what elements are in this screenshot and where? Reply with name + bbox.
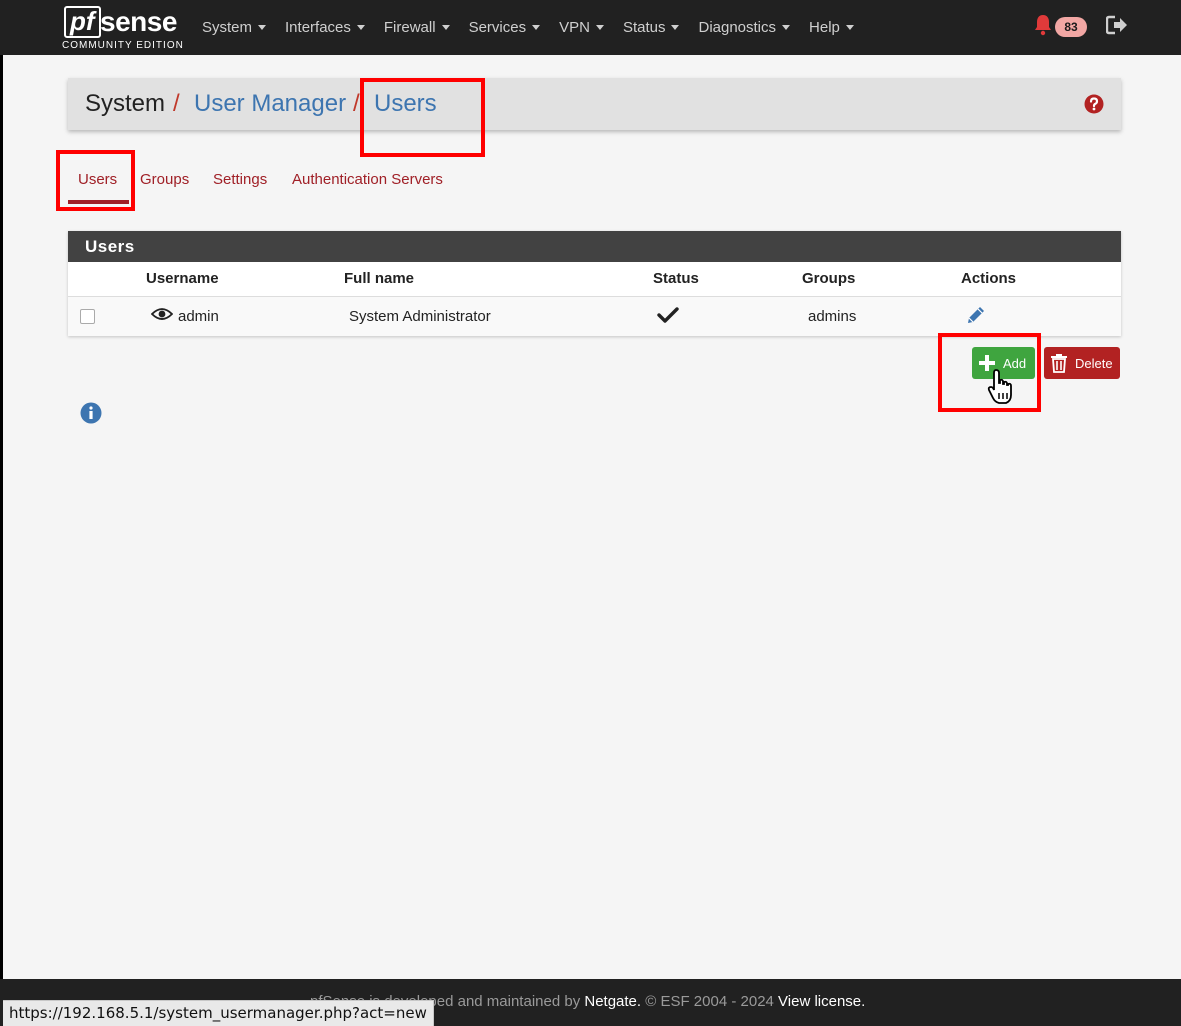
row-select-checkbox[interactable] [80, 309, 95, 324]
logo-word: sense [100, 6, 177, 37]
nav-help-label: Help [809, 19, 840, 36]
caret-down-icon [441, 25, 450, 30]
nav-services[interactable]: Services [469, 19, 541, 36]
help-icon[interactable] [1084, 94, 1104, 114]
window-edge [0, 0, 3, 1026]
caret-down-icon [356, 25, 365, 30]
nav-status[interactable]: Status [623, 19, 680, 36]
nav-help[interactable]: Help [809, 19, 854, 36]
annotation-highlight-users-tab [56, 150, 135, 211]
cell-full-name: System Administrator [349, 308, 491, 325]
tab-settings[interactable]: Settings [213, 171, 267, 188]
caret-down-icon [532, 25, 541, 30]
logo-edition: COMMUNITY EDITION [62, 40, 184, 51]
top-navbar: pf sense COMMUNITY EDITION System Interf… [0, 0, 1181, 55]
column-header-full-name: Full name [344, 270, 415, 287]
column-header-groups: Groups [802, 270, 856, 287]
delete-button-label: Delete [1075, 355, 1113, 371]
nav-firewall-label: Firewall [383, 19, 436, 36]
caret-down-icon [258, 25, 267, 30]
cell-groups: admins [808, 308, 857, 325]
nav-interfaces[interactable]: Interfaces [285, 19, 365, 36]
pfsense-logo[interactable]: pf sense COMMUNITY EDITION [62, 4, 184, 52]
eye-icon [151, 308, 173, 320]
breadcrumb-separator: / [173, 90, 180, 117]
bell-icon[interactable] [1033, 14, 1053, 36]
logout-icon[interactable] [1106, 15, 1128, 35]
nav-diagnostics[interactable]: Diagnostics [698, 19, 791, 36]
breadcrumb-user-manager[interactable]: User Manager [194, 90, 346, 118]
tab-authentication-servers[interactable]: Authentication Servers [292, 171, 443, 188]
trash-icon [1051, 354, 1067, 373]
hand-cursor-icon [987, 369, 1012, 404]
pencil-icon[interactable] [965, 304, 987, 326]
notification-count-badge[interactable]: 83 [1055, 17, 1087, 37]
nav-firewall[interactable]: Firewall [384, 19, 450, 36]
view-license-link[interactable]: View license. [778, 993, 865, 1010]
annotation-highlight-breadcrumb-users [360, 78, 485, 157]
tab-groups[interactable]: Groups [140, 171, 189, 188]
column-header-actions: Actions [961, 270, 1017, 287]
netgate-link[interactable]: Netgate. [584, 993, 641, 1010]
panel-title: Users [68, 231, 1121, 262]
logo-mark: pf [64, 6, 101, 38]
nav-system-label: System [202, 19, 253, 36]
caret-down-icon [782, 25, 791, 30]
main-menu: System Interfaces Firewall Services VPN … [202, 0, 873, 55]
info-icon[interactable] [80, 402, 102, 424]
nav-vpn-label: VPN [559, 19, 590, 36]
caret-down-icon [845, 25, 854, 30]
browser-status-url: https://192.168.5.1/system_usermanager.p… [3, 1000, 434, 1026]
check-icon [657, 307, 679, 323]
column-header-status: Status [653, 270, 699, 287]
caret-down-icon [671, 25, 680, 30]
breadcrumb-system: System [85, 90, 166, 117]
nav-status-label: Status [622, 19, 666, 36]
nav-services-label: Services [468, 19, 527, 36]
nav-interfaces-label: Interfaces [285, 19, 351, 36]
caret-down-icon [595, 25, 604, 30]
column-header-username: Username [146, 270, 219, 287]
users-panel: Users Username Full name Status Groups A… [68, 231, 1121, 336]
footer-text-part2: © ESF 2004 - 2024 [641, 993, 779, 1010]
nav-system[interactable]: System [202, 19, 267, 36]
nav-diagnostics-label: Diagnostics [698, 19, 777, 36]
delete-user-button[interactable]: Delete [1044, 347, 1120, 379]
breadcrumb-separator: / [353, 90, 360, 117]
nav-vpn[interactable]: VPN [559, 19, 604, 36]
cell-username: admin [178, 308, 219, 325]
table-row [68, 297, 1121, 336]
breadcrumb: System / User Manager / Users [68, 78, 1121, 130]
